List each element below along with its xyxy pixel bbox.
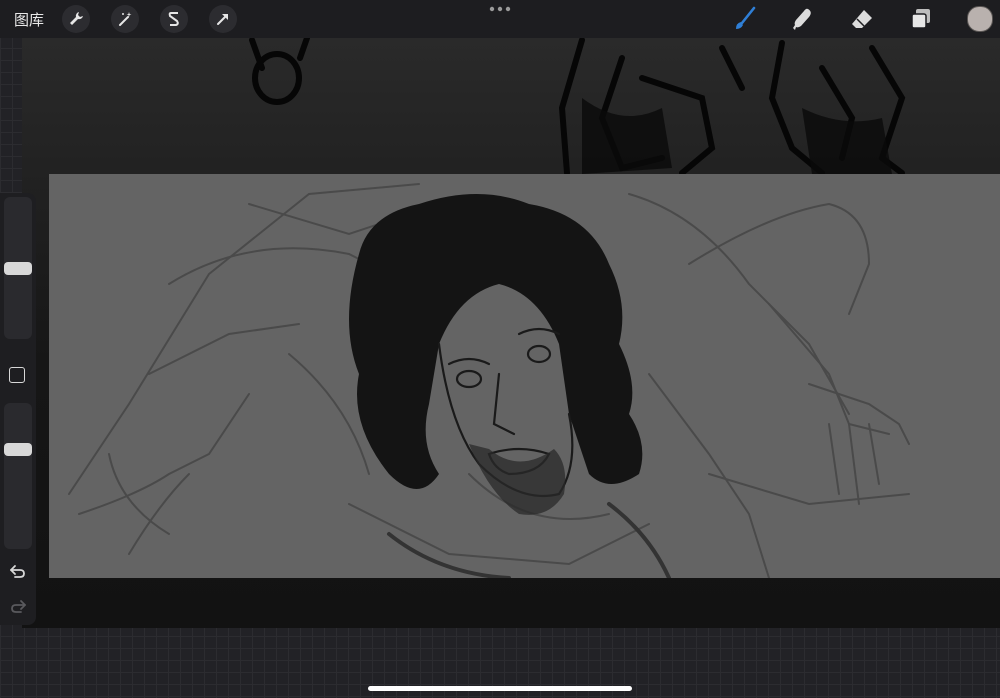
smudge-icon[interactable] (790, 6, 816, 32)
brush-size-slider[interactable] (4, 197, 32, 339)
color-swatch-button[interactable] (967, 6, 993, 32)
magic-wand-icon (119, 12, 132, 26)
adjustments-button[interactable] (111, 5, 139, 33)
eraser-icon[interactable] (849, 6, 875, 32)
top-toolbar: 图库 (0, 0, 1000, 38)
transform-button[interactable] (209, 5, 237, 33)
selection-button[interactable] (160, 5, 188, 33)
layers-icon[interactable] (908, 6, 934, 32)
home-indicator[interactable] (368, 686, 632, 691)
undo-icon[interactable] (9, 563, 27, 579)
wrench-icon (70, 12, 83, 25)
opacity-thumb[interactable] (4, 443, 32, 456)
more-dots-icon[interactable] (488, 4, 512, 14)
brush-icon[interactable] (732, 6, 758, 32)
actions-button[interactable] (62, 5, 90, 33)
gallery-button[interactable]: 图库 (14, 9, 44, 30)
left-sidebar (0, 193, 36, 625)
brush-size-thumb[interactable] (4, 262, 32, 275)
modify-square-button[interactable] (9, 367, 25, 383)
redo-icon[interactable] (9, 598, 27, 614)
selection-s-icon (168, 12, 179, 26)
opacity-slider[interactable] (4, 403, 32, 549)
transform-arrow-icon (217, 14, 228, 25)
character-sketch (68, 183, 910, 578)
artwork-panel[interactable] (49, 174, 1000, 578)
drawing-canvas[interactable] (22, 38, 1000, 628)
